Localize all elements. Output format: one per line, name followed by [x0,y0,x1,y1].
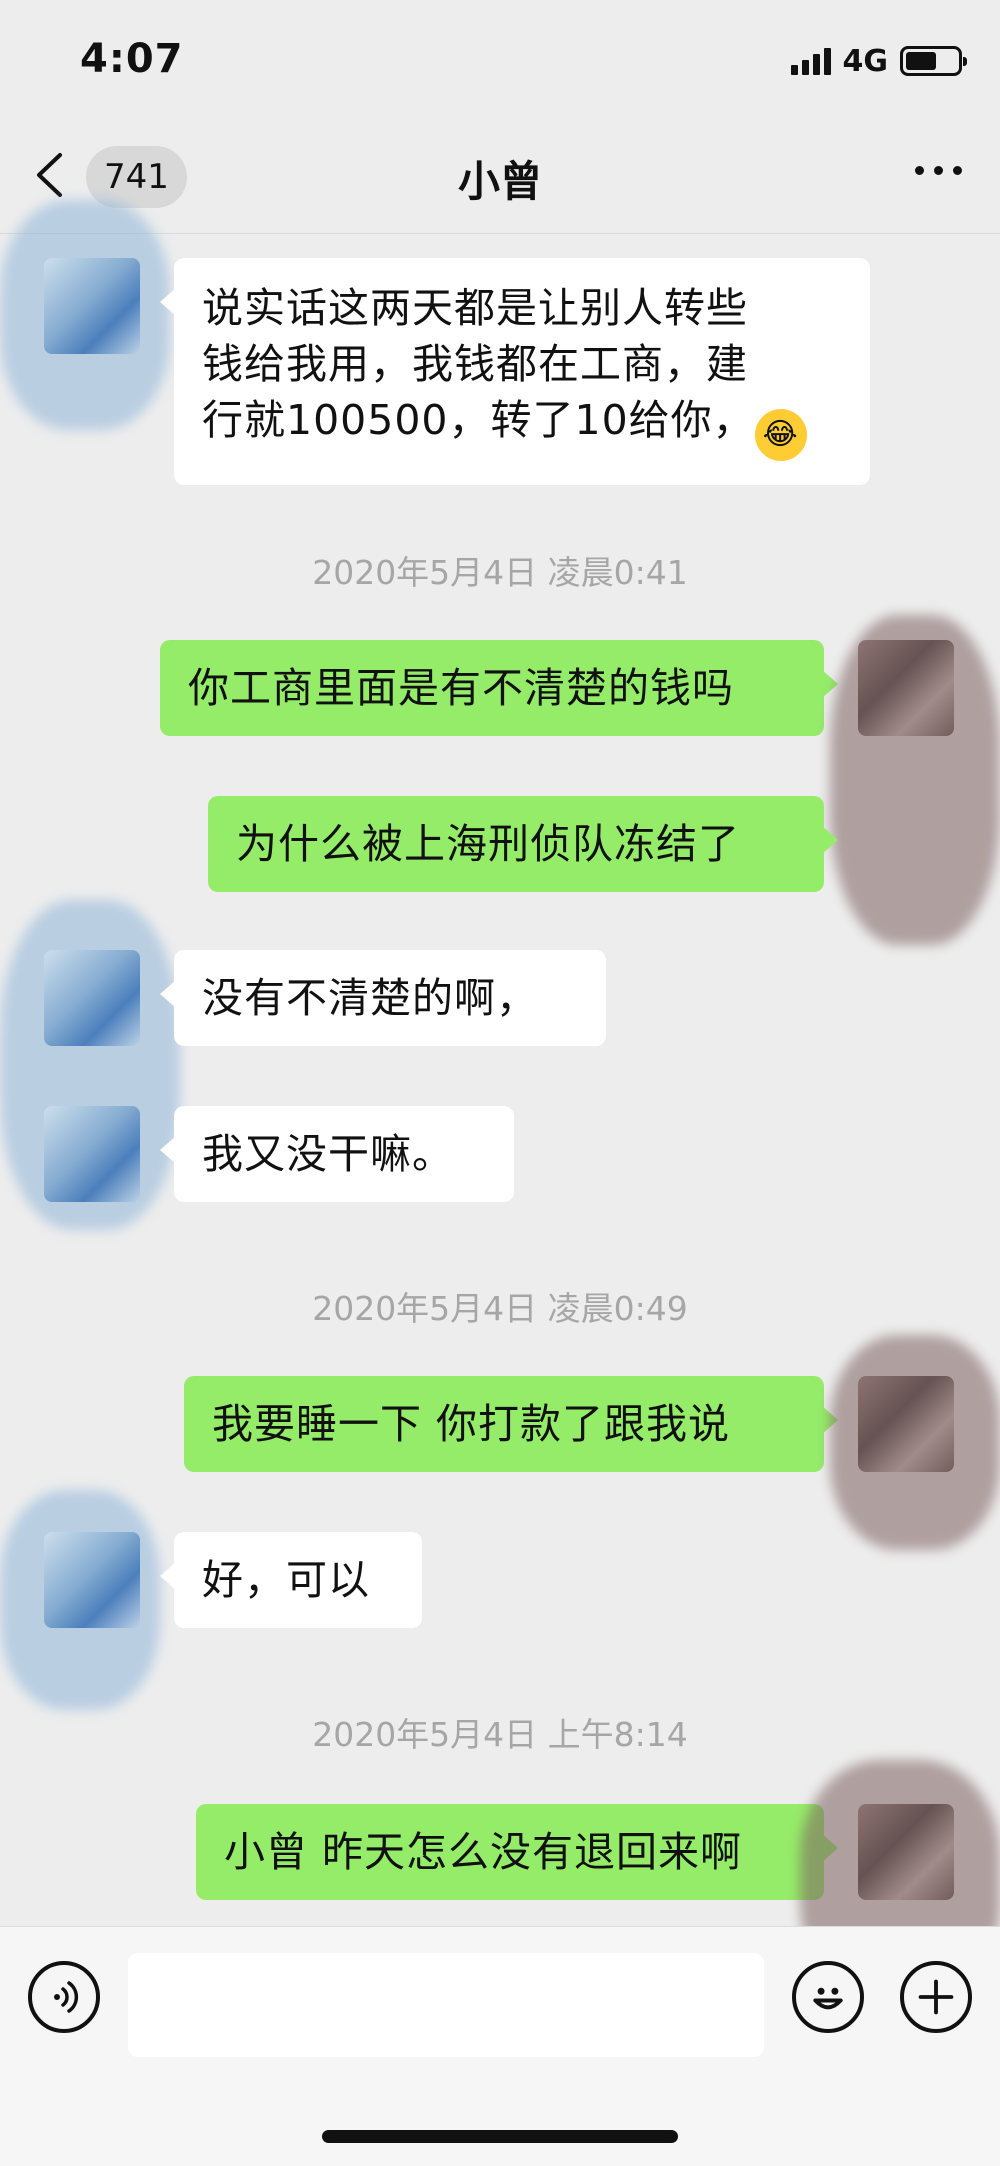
incoming-message[interactable]: 说实话这两天都是让别人转些 钱给我用，我钱都在工商，建 行就100500，转了1… [160,258,870,485]
signal-icon [790,47,831,75]
laughing-emoji-icon: 😂 [754,409,807,461]
message-line: 行就100500，转了10给你， 😂 [202,392,842,461]
contact-avatar[interactable] [44,1106,140,1202]
ellipsis-icon [915,166,924,175]
battery-icon [900,46,967,76]
user-avatar[interactable] [858,640,954,736]
network-label: 4G [842,43,889,79]
emoji-icon [813,1987,843,2010]
more-options-button[interactable] [915,166,962,175]
incoming-message[interactable]: 我又没干嘛。 [160,1106,514,1202]
home-indicator[interactable] [322,2130,678,2143]
contact-avatar[interactable] [44,258,140,354]
battery-level [906,52,936,70]
incoming-message[interactable]: 没有不清楚的啊， [160,950,606,1046]
chat-title: 小曾 [457,157,542,206]
outgoing-message[interactable]: 你工商里面是有不清楚的钱吗 [160,640,838,736]
emoji-button[interactable] [792,1961,864,2033]
message-line: 说实话这两天都是让别人转些 [202,284,748,332]
plus-icon [918,1979,954,2015]
outgoing-message[interactable]: 我要睡一下 你打款了跟我说 [184,1376,838,1472]
user-avatar[interactable] [858,1804,954,1900]
status-bar: 4:07 4G [0,0,1000,120]
message-line-text: 行就100500，转了10给你， [202,396,755,444]
status-indicators: 4G [790,43,967,79]
more-functions-button[interactable] [900,1961,972,2033]
status-time: 4:07 [80,36,184,82]
message-input[interactable] [128,1953,764,2057]
outgoing-message[interactable]: 小曾 昨天怎么没有退回来啊 [196,1804,838,1900]
timestamp: 2020年5月4日 凌晨0:41 [312,553,688,592]
timestamp: 2020年5月4日 上午8:14 [312,1715,688,1754]
outgoing-message[interactable]: 为什么被上海刑侦队冻结了 [208,796,838,892]
message-line: 钱给我用，我钱都在工商，建 [202,340,748,388]
timestamp: 2020年5月4日 凌晨0:49 [312,1289,688,1328]
voice-input-button[interactable] [28,1961,100,2033]
contact-avatar[interactable] [44,950,140,1046]
chat-header: 741 小曾 [0,120,1000,234]
voice-icon [54,1981,79,2013]
incoming-message[interactable]: 好，可以 [160,1532,422,1628]
user-avatar[interactable] [858,1376,954,1472]
contact-avatar[interactable] [44,1532,140,1628]
